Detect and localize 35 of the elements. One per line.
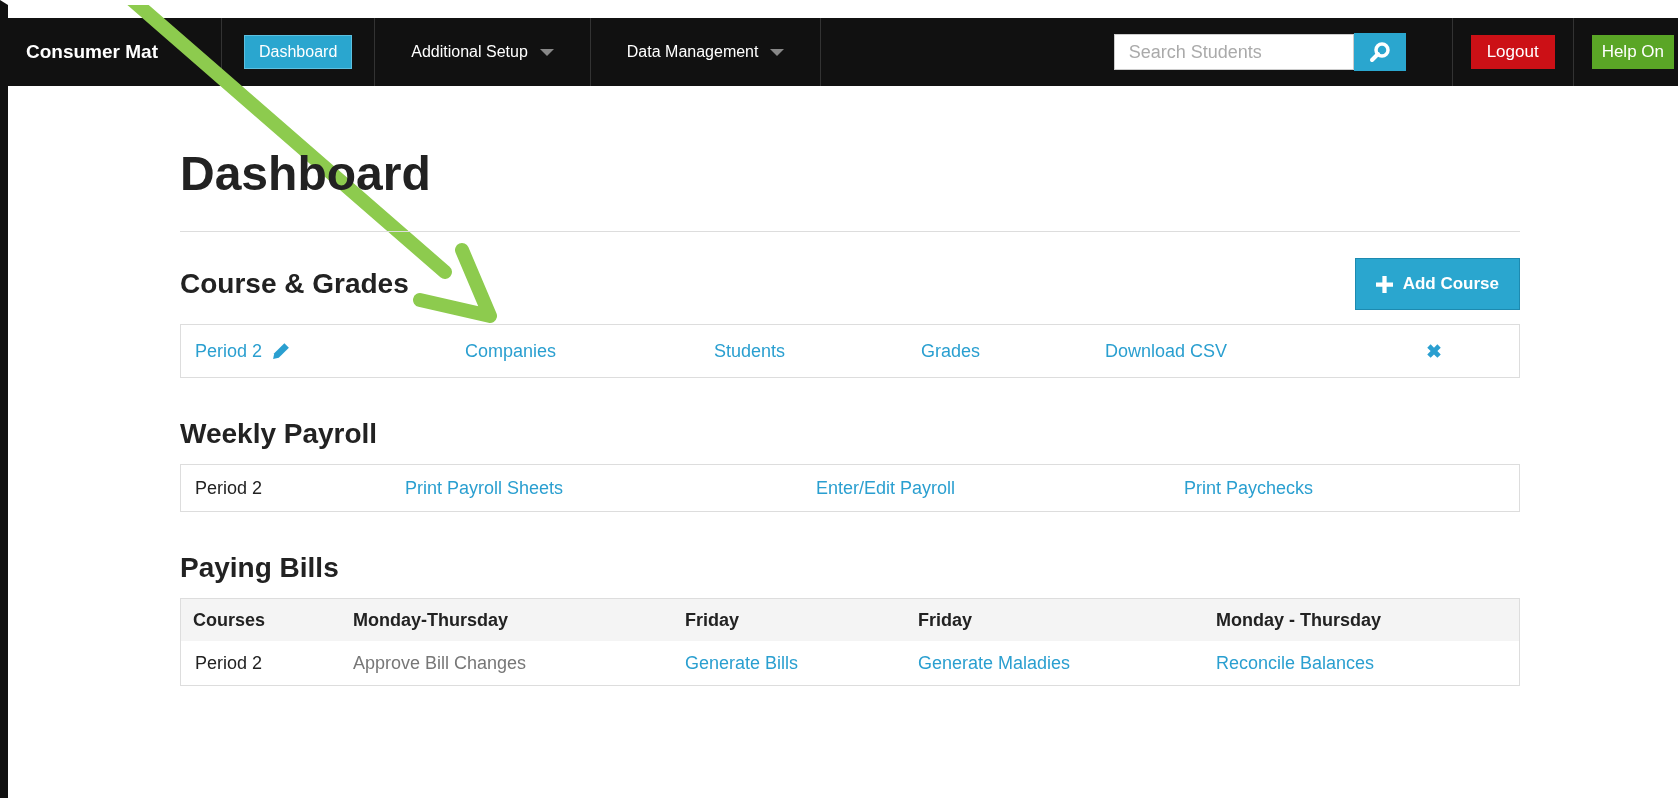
payroll-link[interactable]: Print Payroll Sheets <box>405 477 816 499</box>
search-button[interactable] <box>1353 33 1406 71</box>
help-button[interactable]: Help On <box>1591 35 1674 69</box>
brand-title[interactable]: Consumer Mat <box>8 41 221 63</box>
payroll-link[interactable]: Print Paychecks <box>1184 477 1519 499</box>
close-icon[interactable] <box>1425 342 1443 360</box>
plus-icon <box>1375 275 1393 293</box>
table-cell[interactable]: Generate Maladies <box>918 652 1216 674</box>
table-cell-text: Period 2 <box>194 652 264 674</box>
course-link[interactable]: Companies <box>465 340 714 362</box>
period-link[interactable]: Period 2 <box>195 340 263 362</box>
period-label: Period 2 <box>195 477 264 499</box>
column-header: Friday <box>918 609 974 631</box>
nav-item[interactable]: Dashboard <box>244 35 353 69</box>
search-field[interactable]: Search Students <box>1113 34 1354 70</box>
course-link[interactable]: Grades <box>921 340 1105 362</box>
table-cell[interactable]: Reconcile Balances <box>1216 652 1519 674</box>
section-title: Paying Bills <box>180 552 340 584</box>
column-header: Monday-Thursday <box>353 609 509 631</box>
column-header: Monday - Thursday <box>1216 609 1382 631</box>
search-icon <box>1367 40 1392 64</box>
section-title: Weekly Payroll <box>180 418 379 450</box>
nav-item[interactable]: Additional Setup <box>397 36 568 68</box>
table-cell[interactable]: Generate Bills <box>685 652 918 674</box>
payroll-link[interactable]: Enter/Edit Payroll <box>816 477 1184 499</box>
column-header: Friday <box>685 609 741 631</box>
add-course-button[interactable]: Add Course <box>1354 258 1520 310</box>
column-header: Courses <box>193 609 267 631</box>
pencil-icon[interactable] <box>272 342 291 360</box>
course-link[interactable]: Students <box>714 340 921 362</box>
table-cell-text: Approve Bill Changes <box>353 652 528 674</box>
logout-button[interactable]: Logout <box>1470 35 1555 69</box>
nav-item[interactable]: Data Management <box>612 36 799 68</box>
course-link[interactable]: Download CSV <box>1105 340 1425 362</box>
section-title: Course & Grades <box>180 268 409 300</box>
